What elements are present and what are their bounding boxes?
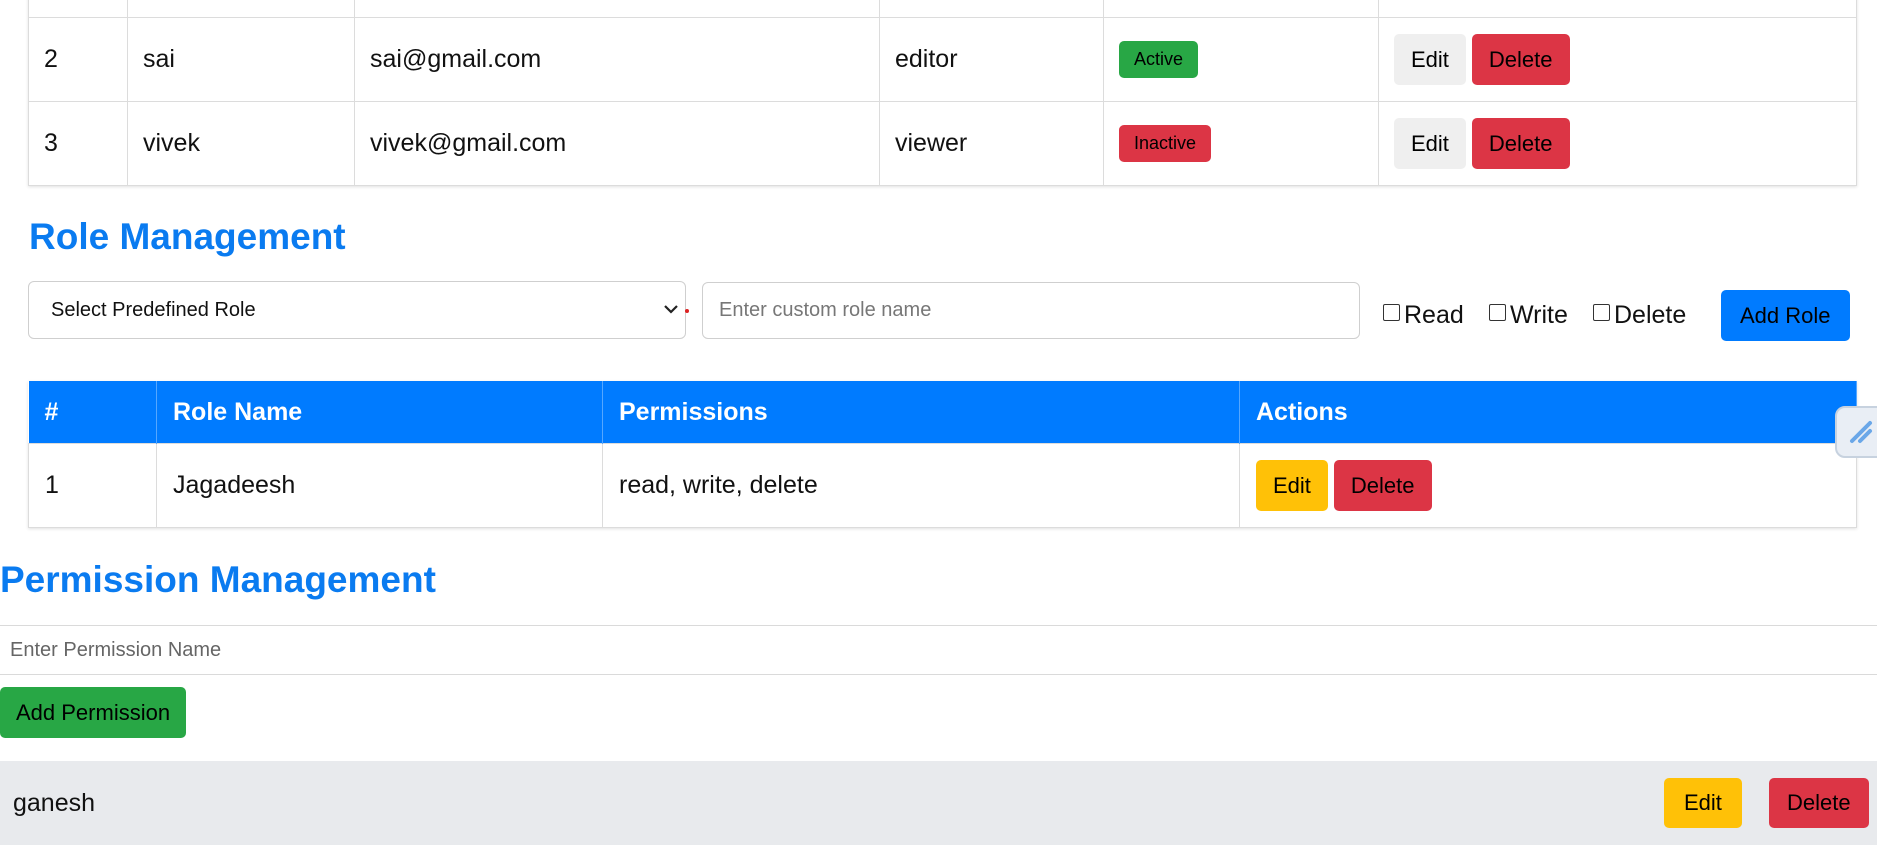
table-header-row: # Role Name Permissions Actions [28,381,1857,444]
edit-user-button[interactable]: Edit [1394,34,1466,85]
column-header: Permissions [602,381,1240,444]
users-table: 2 sai sai@gmail.com editor Active Edit De… [28,0,1857,186]
write-checkbox[interactable]: Write [1489,300,1568,330]
edit-permission-button[interactable]: Edit [1664,778,1742,828]
table-row: 3 vivek vivek@gmail.com viewer Inactive … [28,101,1857,186]
user-email: sai@gmail.com [354,17,880,102]
delete-user-button[interactable]: Delete [1471,118,1570,169]
checkbox-icon[interactable] [1383,303,1400,321]
delete-permission-button[interactable]: Delete [1769,778,1869,828]
edit-role-button[interactable]: Edit [1256,460,1328,511]
roles-table: # Role Name Permissions Actions 1 Jagade… [28,381,1857,528]
role-name: Jagadeesh [156,443,603,528]
admin-page: 2 sai sai@gmail.com editor Active Edit De… [0,0,1877,867]
status-badge: Active [1119,41,1199,78]
status-badge: Inactive [1119,125,1212,162]
list-item: ganesh Edit Delete [0,761,1877,845]
add-role-button[interactable]: Add Role [1721,290,1850,341]
checkbox-icon[interactable] [1593,303,1610,321]
table-row [28,0,1857,18]
read-checkbox[interactable]: Read [1383,300,1464,330]
user-role: viewer [879,101,1104,186]
column-header: # [28,381,157,444]
role-id: 1 [28,443,157,528]
predefined-role-select-value: Select Predefined Role [51,299,256,321]
delete-user-button[interactable]: Delete [1471,34,1570,85]
role-management-title: Role Management [29,216,346,257]
side-handle-icon[interactable] [1835,406,1877,458]
column-header: Role Name [156,381,603,444]
custom-role-input[interactable] [702,282,1360,339]
permission-management-title: Permission Management [0,559,436,600]
user-id: 3 [28,101,128,186]
role-permissions: read, write, delete [602,443,1240,528]
add-permission-button[interactable]: Add Permission [0,687,187,738]
user-name: vivek [127,101,355,186]
table-row: 2 sai sai@gmail.com editor Active Edit De… [28,17,1857,102]
user-email: vivek@gmail.com [354,101,880,186]
user-role: editor [879,17,1104,102]
required-dot-icon [685,309,689,313]
table-row: 1 Jagadeesh read, write, delete Edit Dele… [28,443,1857,528]
checkbox-icon[interactable] [1489,303,1506,321]
user-id: 2 [28,17,128,102]
permission-name-input[interactable] [0,625,1877,675]
column-header: Actions [1239,381,1857,444]
delete-role-button[interactable]: Delete [1333,460,1432,511]
permission-name: ganesh [13,789,96,817]
delete-checkbox[interactable]: Delete [1593,300,1686,330]
predefined-role-select[interactable]: Select Predefined Role [28,281,689,339]
user-name: sai [127,17,355,102]
chevron-down-icon [663,282,679,360]
edit-user-button[interactable]: Edit [1394,118,1466,169]
